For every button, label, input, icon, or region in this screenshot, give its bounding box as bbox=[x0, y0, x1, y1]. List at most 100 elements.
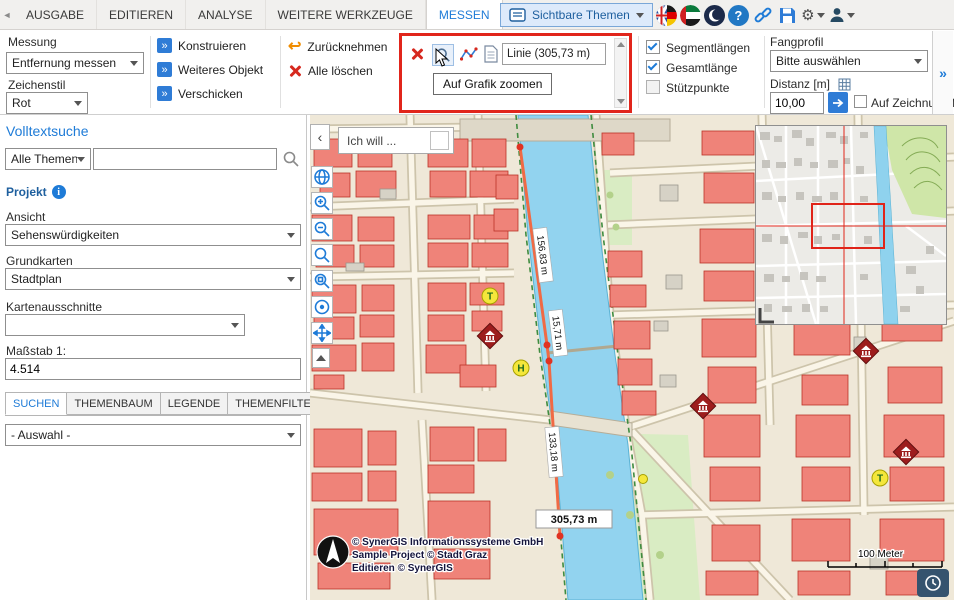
ansicht-select[interactable]: Sehenswürdigkeiten bbox=[5, 224, 301, 246]
help-icon[interactable]: ? bbox=[728, 5, 749, 26]
share-link-icon[interactable] bbox=[752, 3, 774, 27]
gear-glyph: ⚙ bbox=[801, 6, 814, 24]
question-glyph: ? bbox=[734, 8, 742, 23]
zeichenstil-select[interactable]: Rot bbox=[6, 92, 88, 114]
svg-text:100 Meter: 100 Meter bbox=[858, 549, 904, 560]
tab-ausgabe[interactable]: AUSGABE bbox=[14, 0, 97, 29]
tab-themenbaum[interactable]: THEMENBAUM bbox=[67, 392, 160, 415]
zoom-out-icon[interactable] bbox=[311, 218, 333, 240]
grundkarten-select[interactable]: Stadtplan bbox=[5, 268, 301, 290]
auf-zeichnung-checkbox[interactable] bbox=[854, 95, 867, 108]
stuetzpunkte-checkbox[interactable] bbox=[646, 80, 660, 94]
auswahl-select[interactable]: - Auswahl - bbox=[5, 424, 301, 446]
grundkarten-label: Grundkarten bbox=[6, 254, 73, 268]
ich-will-box[interactable] bbox=[430, 131, 449, 150]
ich-will-button[interactable]: Ich will ... bbox=[338, 127, 454, 154]
massstab-input[interactable] bbox=[5, 358, 301, 380]
map-area: 156,83 m 15,71 m 133,18 m 305,73 m T H bbox=[310, 115, 954, 600]
measure-result-field[interactable]: Linie (305,73 m) bbox=[502, 43, 606, 65]
toolgroup-scrollbar[interactable] bbox=[614, 38, 627, 108]
kartenausschnitte-label: Kartenausschnitte bbox=[6, 300, 102, 314]
zeichenstil-value: Rot bbox=[12, 96, 74, 110]
tab-weitere-werkzeuge[interactable]: WEITERE WERKZEUGE bbox=[266, 0, 426, 29]
tram-stop-marker[interactable]: T bbox=[482, 288, 498, 304]
distanz-input[interactable] bbox=[770, 92, 824, 114]
messung-select[interactable]: Entfernung messen bbox=[6, 52, 144, 74]
chevron-down-icon bbox=[231, 323, 239, 328]
volltextsuche-heading[interactable]: Volltextsuche bbox=[6, 123, 89, 139]
apply-distance-button[interactable] bbox=[828, 92, 848, 113]
tab-messen[interactable]: MESSEN bbox=[426, 0, 503, 29]
delete-measurement-icon[interactable] bbox=[410, 47, 424, 61]
flag-graphic bbox=[680, 5, 701, 26]
globe-icon[interactable] bbox=[311, 166, 333, 188]
language-en-de-flag-icon[interactable] bbox=[656, 5, 677, 26]
tab-suchen[interactable]: SUCHEN bbox=[5, 392, 67, 415]
konstruieren-label: Konstruieren bbox=[178, 39, 246, 53]
language-ar-flag-icon[interactable] bbox=[680, 5, 701, 26]
divider bbox=[764, 36, 765, 108]
zigzag-graphic bbox=[460, 46, 478, 64]
scroll-up-icon bbox=[617, 42, 625, 47]
projekt-label: Projekt bbox=[6, 185, 47, 199]
flag-graphic bbox=[656, 5, 677, 26]
zoom-previous-icon[interactable] bbox=[311, 244, 333, 266]
search-scope-select[interactable]: Alle Themen bbox=[5, 148, 91, 170]
chevron-down-icon bbox=[287, 233, 295, 238]
measure-3d-icon[interactable] bbox=[460, 46, 478, 67]
collapse-toolbar-button[interactable] bbox=[312, 348, 330, 368]
zuruecknehmen-label: Zurücknehmen bbox=[307, 40, 387, 54]
report-document-icon[interactable] bbox=[484, 45, 498, 66]
double-arrow-icon: » bbox=[157, 86, 172, 101]
verschicken-button[interactable]: » Verschicken bbox=[157, 86, 243, 101]
svg-text:H: H bbox=[517, 364, 524, 375]
alle-loeschen-button[interactable]: Alle löschen bbox=[288, 64, 373, 78]
collapse-sidebar-button[interactable]: ‹ bbox=[310, 124, 330, 150]
tab-legende[interactable]: LEGENDE bbox=[161, 392, 229, 415]
info-icon[interactable]: i bbox=[52, 185, 66, 199]
history-clock-button[interactable] bbox=[917, 569, 949, 597]
tab-editieren[interactable]: EDITIEREN bbox=[97, 0, 186, 29]
tab-analyse[interactable]: ANALYSE bbox=[186, 0, 265, 29]
small-marker[interactable] bbox=[639, 475, 648, 484]
measure-result-value: Linie (305,73 m) bbox=[507, 48, 601, 60]
svg-text:Editieren © SynerGIS: Editieren © SynerGIS bbox=[352, 563, 453, 574]
kartenausschnitte-select[interactable] bbox=[5, 314, 245, 336]
tram-stop-marker[interactable]: T bbox=[872, 470, 888, 486]
konstruieren-button[interactable]: » Konstruieren bbox=[157, 38, 246, 53]
map-toolbar bbox=[311, 166, 333, 344]
undo-arrow-icon: ↩ bbox=[288, 40, 301, 54]
segmentlaengen-checkbox[interactable] bbox=[646, 40, 660, 54]
hotel-marker[interactable]: H bbox=[513, 360, 529, 376]
fangprofil-select[interactable]: Bitte auswählen bbox=[770, 50, 928, 72]
arrow-right-icon bbox=[832, 97, 844, 109]
double-arrow-icon: » bbox=[157, 62, 172, 77]
fulltext-search-input[interactable] bbox=[93, 148, 277, 170]
search-sidebar: Volltextsuche Alle Themen Projekt i Ansi… bbox=[0, 115, 307, 600]
zuruecknehmen-button[interactable]: ↩ Zurücknehmen bbox=[288, 40, 387, 54]
weiteres-objekt-label: Weiteres Objekt bbox=[178, 63, 263, 77]
svg-text:© SynerGIS Informationssysteme: © SynerGIS Informationssysteme GmbH bbox=[352, 537, 543, 548]
user-account-icon[interactable] bbox=[827, 3, 857, 27]
double-arrow-icon: » bbox=[157, 38, 172, 53]
expand-panel-button[interactable]: » bbox=[932, 31, 953, 114]
search-icon[interactable] bbox=[282, 150, 300, 171]
gesamtlaenge-checkbox[interactable] bbox=[646, 60, 660, 74]
dark-mode-moon-icon[interactable] bbox=[704, 5, 725, 26]
link-graphic bbox=[753, 5, 773, 25]
scroll-tabs-left-icon[interactable]: ◄ bbox=[0, 0, 14, 29]
grundkarten-value: Stadtplan bbox=[11, 272, 287, 286]
zoom-in-icon[interactable] bbox=[311, 192, 333, 214]
weiteres-objekt-button[interactable]: » Weiteres Objekt bbox=[157, 62, 263, 77]
settings-gear-icon[interactable]: ⚙ bbox=[802, 3, 824, 27]
chevron-down-icon bbox=[77, 157, 85, 162]
visible-themes-button[interactable]: Sichtbare Themen bbox=[500, 3, 653, 27]
zoom-window-icon[interactable] bbox=[311, 270, 333, 292]
pan-arrows-icon[interactable] bbox=[311, 322, 333, 344]
svg-text:T: T bbox=[487, 292, 493, 303]
save-icon[interactable] bbox=[777, 3, 799, 27]
overview-map[interactable] bbox=[755, 125, 947, 325]
chevron-down-icon bbox=[817, 13, 825, 18]
center-map-icon[interactable] bbox=[311, 296, 333, 318]
themes-panel-icon bbox=[509, 8, 526, 22]
